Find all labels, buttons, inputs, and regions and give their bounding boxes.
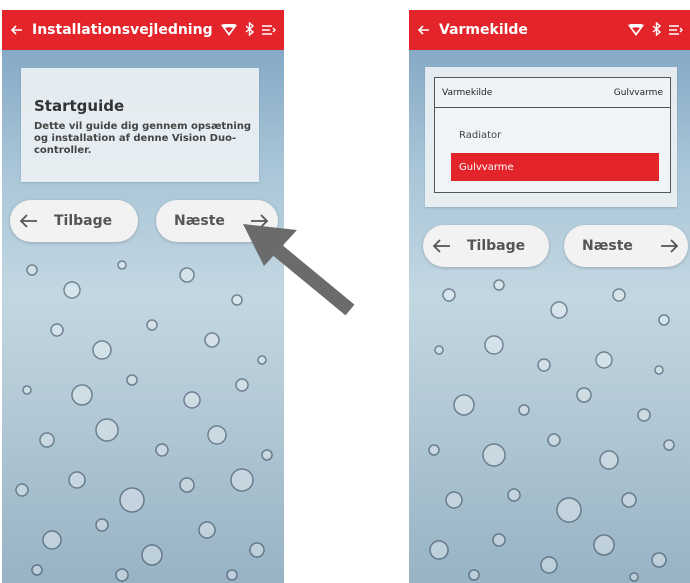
page-title: Varmekilde bbox=[439, 22, 528, 38]
back-arrow-icon[interactable] bbox=[2, 25, 32, 35]
arrow-right-icon bbox=[250, 214, 268, 228]
heat-source-select[interactable]: Varmekilde Gulvvarme Radiator Gulvvarme bbox=[434, 77, 671, 193]
next-button[interactable]: Næste bbox=[156, 200, 278, 242]
option-gulvvarme-selected[interactable]: Gulvvarme bbox=[451, 153, 659, 181]
wifi-icon bbox=[628, 21, 644, 40]
arrow-left-icon bbox=[20, 214, 38, 228]
card-heading: Startguide bbox=[34, 97, 125, 115]
select-value: Gulvvarme bbox=[613, 87, 663, 98]
option-radiator[interactable]: Radiator bbox=[451, 121, 659, 149]
startguide-card: Startguide Dette vil guide dig gennem op… bbox=[21, 68, 259, 182]
heat-source-card: Varmekilde Gulvvarme Radiator Gulvvarme bbox=[425, 67, 677, 207]
back-button-label: Tilbage bbox=[467, 238, 526, 254]
bluetooth-icon bbox=[245, 20, 255, 40]
top-bar: Varmekilde bbox=[409, 10, 690, 50]
select-header[interactable]: Varmekilde Gulvvarme bbox=[435, 78, 670, 108]
back-button[interactable]: Tilbage bbox=[423, 225, 549, 267]
next-button-label: Næste bbox=[582, 238, 633, 254]
menu-icon[interactable] bbox=[262, 21, 276, 40]
wifi-icon bbox=[221, 21, 237, 40]
page-title: Installationsvejledning bbox=[32, 22, 213, 38]
back-button-label: Tilbage bbox=[54, 213, 113, 229]
select-label: Varmekilde bbox=[442, 87, 493, 98]
next-button[interactable]: Næste bbox=[564, 225, 688, 267]
status-icons bbox=[221, 20, 276, 40]
back-arrow-icon[interactable] bbox=[409, 25, 439, 35]
arrow-left-icon bbox=[433, 239, 451, 253]
phone-screen-varmekilde: Varmekilde Varmekilde Gulvvarme Radiator… bbox=[409, 10, 690, 583]
top-bar: Installationsvejledning bbox=[2, 10, 284, 50]
phone-screen-startguide: Installationsvejledning Startguide Dette… bbox=[2, 10, 284, 583]
arrow-right-icon bbox=[660, 239, 678, 253]
status-icons bbox=[628, 20, 683, 40]
back-button[interactable]: Tilbage bbox=[10, 200, 138, 242]
bluetooth-icon bbox=[652, 20, 662, 40]
next-button-label: Næste bbox=[174, 213, 225, 229]
card-description: Dette vil guide dig gennem opsætning og … bbox=[34, 121, 252, 156]
menu-icon[interactable] bbox=[669, 21, 683, 40]
